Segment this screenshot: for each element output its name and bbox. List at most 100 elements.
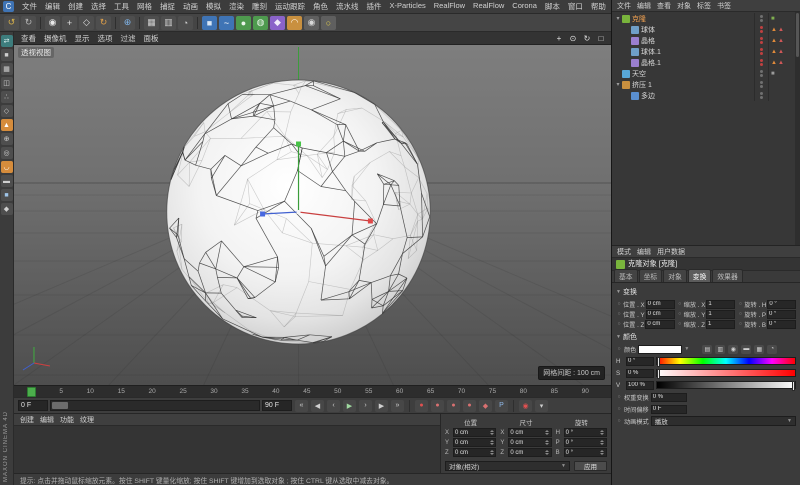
material-list-area[interactable] [14, 426, 440, 473]
menubar-item[interactable]: 运动跟踪 [271, 1, 309, 12]
key-dot-icon[interactable]: ○ [616, 301, 622, 307]
transform-section-header[interactable]: ▼ 变换 [616, 287, 796, 297]
object-manager-menu-item[interactable]: 标签 [694, 1, 714, 11]
object-tags[interactable]: ▲▲ [768, 46, 794, 57]
key-dot-icon[interactable]: ○ [677, 301, 683, 307]
object-label[interactable]: 多边 [641, 91, 655, 101]
subdivision-surface-icon[interactable]: ● [236, 16, 251, 30]
live-selection-icon[interactable]: ◉ [45, 16, 60, 30]
origin-handle[interactable] [297, 210, 301, 214]
coord-field[interactable]: 0 cm [508, 448, 551, 457]
spinner-icon[interactable] [600, 428, 605, 437]
object-manager-menu-item[interactable]: 查看 [654, 1, 674, 11]
object-manager-menu-item[interactable]: 文件 [614, 1, 634, 11]
lock-icon[interactable]: ■ [1, 189, 13, 201]
material-menu-item[interactable]: 创建 [17, 415, 37, 425]
timeline-ruler[interactable]: 051015202530354045505560657075808590 [14, 385, 611, 397]
menubar-item[interactable]: 网格 [133, 1, 156, 12]
visibility-dots[interactable] [754, 35, 768, 46]
rgb-mode-icon[interactable]: ▤ [702, 345, 712, 354]
object-tree-item[interactable]: ▾克隆■ [612, 13, 800, 24]
red-tri-tag-icon[interactable]: ▲ [778, 27, 784, 33]
prev-frame-icon[interactable]: ‹ [327, 400, 340, 412]
coord-field[interactable]: 0 cm [508, 428, 551, 437]
menubar-item[interactable]: Corona [508, 1, 541, 12]
current-frame-field[interactable]: 0 F [18, 400, 48, 411]
orange-tri-tag-icon[interactable]: ▲ [771, 49, 777, 55]
c4d-logo-icon[interactable]: C [3, 1, 14, 12]
coord-field[interactable]: 0 cm [508, 438, 551, 447]
object-label[interactable]: 挤压 1 [632, 80, 652, 90]
playhead[interactable] [27, 387, 36, 397]
visibility-dots[interactable] [754, 24, 768, 35]
object-tree-item[interactable]: 晶格▲▲ [612, 35, 800, 46]
spinner-icon[interactable] [545, 438, 550, 447]
menubar-item[interactable]: 雕刻 [248, 1, 271, 12]
spinner-icon[interactable] [489, 428, 494, 437]
scale-icon[interactable]: ◇ [79, 16, 94, 30]
material-menu-item[interactable]: 功能 [57, 415, 77, 425]
autokey-icon[interactable]: ◉ [519, 400, 532, 412]
workplane-snap-icon[interactable]: ▬ [1, 175, 13, 187]
z-axis-handle[interactable] [260, 212, 265, 217]
orbit-icon[interactable]: ↻ [581, 33, 593, 44]
viewport-canvas[interactable] [14, 45, 611, 385]
visibility-dots[interactable] [754, 57, 768, 68]
menubar-item[interactable]: RealFlow [430, 1, 469, 12]
spline-pen-icon[interactable]: ~ [219, 16, 234, 30]
attribute-tab[interactable]: 对象 [663, 269, 687, 282]
object-tree[interactable]: ▾克隆■球体▲▲晶格▲▲球体.1▲▲晶格.1▲▲天空■▾挤压 1多边 [612, 12, 800, 246]
color-swatch[interactable] [638, 345, 682, 354]
key-dot-icon[interactable]: ○ [616, 394, 622, 400]
render-picture-viewer-icon[interactable]: ▥ [161, 16, 176, 30]
object-tags[interactable] [768, 79, 794, 90]
next-frame-icon[interactable]: › [359, 400, 372, 412]
end-frame-field[interactable]: 90 F [262, 400, 292, 411]
rotate-icon[interactable]: ↻ [96, 16, 111, 30]
play-icon[interactable]: ▶ [343, 400, 356, 412]
weight-field[interactable]: 0 % [651, 393, 687, 402]
object-tags[interactable]: ▲▲ [768, 24, 794, 35]
menubar-item[interactable]: RealFlow [469, 1, 508, 12]
object-manager-menu-item[interactable]: 书签 [714, 1, 734, 11]
key-dot-icon[interactable]: ○ [737, 311, 743, 317]
menubar-item[interactable]: 编辑 [41, 1, 64, 12]
parameter-field[interactable]: 1 [706, 310, 735, 319]
visibility-dots[interactable] [754, 46, 768, 57]
light-icon[interactable]: ○ [321, 16, 336, 30]
menubar-item[interactable]: 动画 [179, 1, 202, 12]
spinner-icon[interactable] [545, 448, 550, 457]
menubar-item[interactable]: 模拟 [202, 1, 225, 12]
camera-icon[interactable]: ◉ [304, 16, 319, 30]
key-dot-icon[interactable]: ○ [616, 311, 622, 317]
red-tri-tag-icon[interactable]: ▲ [778, 38, 784, 44]
spinner-icon[interactable] [489, 448, 494, 457]
expander-icon[interactable]: ▾ [614, 15, 622, 22]
quantize-icon[interactable]: ◆ [1, 203, 13, 215]
key-dot-icon[interactable]: ○ [677, 311, 683, 317]
visibility-dots[interactable] [754, 90, 768, 101]
playback-options-icon[interactable]: ▾ [535, 400, 548, 412]
visibility-dots[interactable] [754, 68, 768, 79]
parameter-field[interactable]: 0 cm [646, 310, 675, 319]
hue-field[interactable]: 0 ° [626, 357, 654, 366]
coord-field[interactable]: 0 ° [564, 438, 607, 447]
menubar-item[interactable]: 插件 [363, 1, 386, 12]
viewport-menu-item[interactable]: 查看 [17, 33, 40, 44]
goto-end-icon[interactable]: » [391, 400, 404, 412]
menubar-item[interactable]: 选择 [87, 1, 110, 12]
goto-start-icon[interactable]: « [295, 400, 308, 412]
y-axis-handle[interactable] [296, 142, 301, 147]
menubar-item[interactable]: 工具 [110, 1, 133, 12]
viewport-menu-item[interactable]: 显示 [71, 33, 94, 44]
key-dot-icon[interactable]: ○ [616, 346, 622, 352]
value-slider[interactable] [656, 381, 796, 389]
next-key-icon[interactable]: ▶ [375, 400, 388, 412]
object-label[interactable]: 天空 [632, 69, 646, 79]
orange-tri-tag-icon[interactable]: ▲ [771, 38, 777, 44]
object-label[interactable]: 晶格.1 [641, 58, 661, 68]
expander-icon[interactable]: ▾ [614, 81, 622, 88]
menubar-item[interactable]: 帮助 [587, 1, 610, 12]
object-tree-item[interactable]: 球体▲▲ [612, 24, 800, 35]
hue-slider[interactable] [656, 357, 796, 365]
